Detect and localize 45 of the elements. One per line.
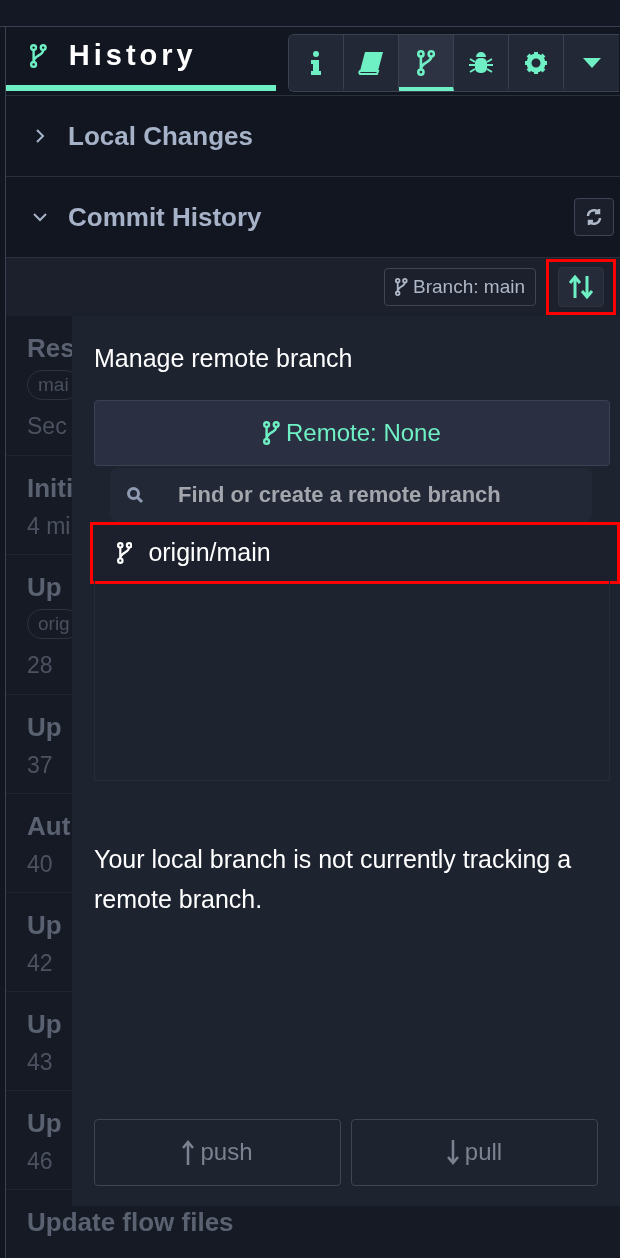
remote-button[interactable]: Remote: None <box>94 399 610 466</box>
commit-time: 42 <box>27 949 53 978</box>
commit-title: Initi <box>27 472 74 504</box>
book-icon <box>358 50 384 75</box>
branch-icon <box>30 44 47 68</box>
commit-time: 43 <box>27 1048 53 1077</box>
branch-option[interactable]: origin/main <box>93 524 617 581</box>
history-tab[interactable]: History <box>6 27 276 91</box>
bug-icon <box>468 49 494 76</box>
commit-time: 4 mi <box>27 512 71 541</box>
down-arrow-icon <box>446 1138 459 1166</box>
search-field[interactable]: Find or create a remote branch <box>110 467 592 522</box>
commit-title: Up <box>27 909 62 941</box>
refresh-icon <box>585 208 603 226</box>
branch-icon <box>117 541 133 564</box>
sync-button[interactable] <box>558 267 604 307</box>
section-title[interactable]: Local Changes <box>68 116 253 156</box>
commit-title: Res <box>27 332 75 364</box>
branch-button[interactable]: Branch: main <box>384 268 536 306</box>
popover-title: Manage remote branch <box>94 343 354 374</box>
commit-title: Up <box>27 1107 62 1139</box>
commit-title: Update flow files <box>27 1206 234 1238</box>
toolbar-button[interactable] <box>399 35 454 91</box>
commit-time: 40 <box>27 850 53 879</box>
commit-title: Up <box>27 571 62 603</box>
refresh-button[interactable] <box>574 198 614 236</box>
commit-time: 46 <box>27 1147 53 1176</box>
branch-icon <box>263 420 280 445</box>
info-icon <box>310 50 322 75</box>
commit-title: Aut <box>27 810 71 842</box>
section-title[interactable]: Commit History <box>68 197 262 237</box>
caret-icon <box>582 57 601 68</box>
commit-time: 37 <box>27 751 53 780</box>
branch-icon <box>395 278 409 296</box>
commit-time: Sec <box>27 412 67 441</box>
toolbar-button[interactable] <box>289 35 344 91</box>
branch-icon <box>416 49 436 76</box>
settings-icon <box>524 50 548 75</box>
up-arrow-icon <box>182 1138 195 1166</box>
commit-title: Up <box>27 711 62 743</box>
up-down-arrows-icon <box>568 275 594 299</box>
commit-title: Up <box>27 1008 62 1040</box>
commit-time: 28 <box>27 651 53 680</box>
tracking-message: Your local branch is not currently tracking a remote branch. <box>94 843 573 915</box>
search-icon <box>126 485 144 504</box>
